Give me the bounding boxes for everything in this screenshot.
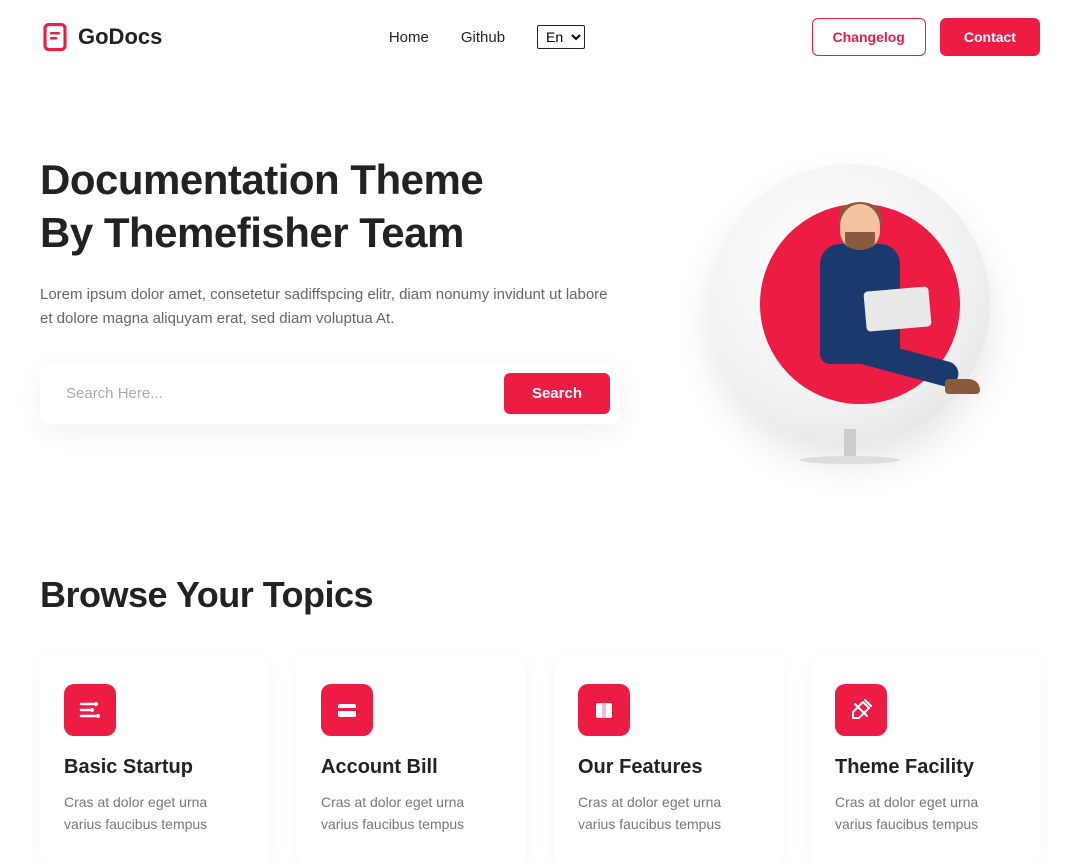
topic-card-theme[interactable]: Theme Facility Cras at dolor eget urna v… — [811, 656, 1040, 864]
hero-title: Documentation Theme By Themefisher Team — [40, 154, 640, 259]
card-desc: Cras at dolor eget urna varius faucibus … — [321, 791, 502, 836]
brand-name: GoDocs — [78, 24, 162, 50]
credit-card-icon — [321, 684, 373, 736]
language-select[interactable]: En — [537, 25, 585, 49]
search-input[interactable] — [50, 373, 504, 414]
tools-icon — [835, 684, 887, 736]
topic-card-startup[interactable]: Basic Startup Cras at dolor eget urna va… — [40, 656, 269, 864]
hero-content: Documentation Theme By Themefisher Team … — [40, 154, 640, 424]
search-box: Search — [40, 363, 620, 424]
topics-heading: Browse Your Topics — [40, 574, 1040, 616]
card-desc: Cras at dolor eget urna varius faucibus … — [578, 791, 759, 836]
card-desc: Cras at dolor eget urna varius faucibus … — [64, 791, 245, 836]
search-button[interactable]: Search — [504, 373, 610, 414]
main-nav: Home Github En — [389, 25, 585, 49]
package-icon — [578, 684, 630, 736]
card-title: Account Bill — [321, 756, 502, 779]
hero-illustration — [680, 154, 1040, 474]
document-icon — [40, 22, 70, 52]
header: GoDocs Home Github En Changelog Contact — [0, 0, 1080, 74]
hero-title-line1: Documentation Theme — [40, 156, 483, 203]
hero-description: Lorem ipsum dolor amet, consetetur sadif… — [40, 283, 620, 331]
contact-button[interactable]: Contact — [940, 18, 1040, 56]
sliders-icon — [64, 684, 116, 736]
hero-title-line2: By Themefisher Team — [40, 209, 464, 256]
topic-card-features[interactable]: Our Features Cras at dolor eget urna var… — [554, 656, 783, 864]
hero-section: Documentation Theme By Themefisher Team … — [0, 74, 1080, 534]
changelog-button[interactable]: Changelog — [812, 18, 926, 56]
nav-home[interactable]: Home — [389, 29, 429, 46]
card-title: Theme Facility — [835, 756, 1016, 779]
card-title: Our Features — [578, 756, 759, 779]
topic-cards: Basic Startup Cras at dolor eget urna va… — [40, 656, 1040, 864]
nav-github[interactable]: Github — [461, 29, 505, 46]
topics-section: Browse Your Topics Basic Startup Cras at… — [0, 534, 1080, 864]
card-title: Basic Startup — [64, 756, 245, 779]
header-actions: Changelog Contact — [812, 18, 1040, 56]
topic-card-account[interactable]: Account Bill Cras at dolor eget urna var… — [297, 656, 526, 864]
logo[interactable]: GoDocs — [40, 22, 162, 52]
card-desc: Cras at dolor eget urna varius faucibus … — [835, 791, 1016, 836]
